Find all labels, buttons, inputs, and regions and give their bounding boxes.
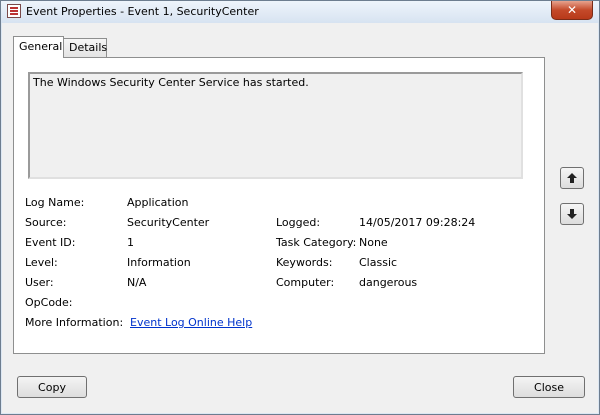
logged-label: Logged:	[276, 216, 321, 229]
level-label: Level:	[25, 256, 58, 269]
tab-general-label: General	[19, 40, 63, 53]
event-viewer-icon	[7, 4, 21, 18]
dialog-client-area: General Details The Windows Security Cen…	[2, 23, 598, 413]
event-log-online-help-link[interactable]: Event Log Online Help	[130, 316, 252, 329]
arrow-down-icon	[567, 209, 577, 219]
event-id-value: 1	[127, 236, 134, 249]
event-description-text: The Windows Security Center Service has …	[33, 76, 309, 89]
computer-value: dangerous	[359, 276, 418, 289]
event-description-box[interactable]: The Windows Security Center Service has …	[28, 72, 523, 179]
tab-general[interactable]: General	[13, 36, 64, 58]
previous-event-button[interactable]	[560, 167, 584, 189]
window-title: Event Properties - Event 1, SecurityCent…	[26, 5, 259, 18]
logged-value: 14/05/2017 09:28:24	[359, 216, 476, 229]
log-name-label: Log Name:	[25, 196, 85, 209]
close-button-label: Close	[534, 380, 564, 394]
opcode-label: OpCode:	[25, 296, 73, 309]
copy-button-label: Copy	[38, 380, 66, 394]
general-tab-panel: The Windows Security Center Service has …	[13, 57, 545, 354]
keywords-value: Classic	[359, 256, 398, 269]
more-information-label: More Information:	[25, 316, 124, 329]
close-icon: ✕	[566, 3, 578, 17]
arrow-up-icon	[567, 173, 577, 183]
log-name-value: Application	[127, 196, 189, 209]
user-label: User:	[25, 276, 54, 289]
window-close-button[interactable]: ✕	[551, 1, 593, 20]
event-id-label: Event ID:	[25, 236, 76, 249]
computer-label: Computer:	[276, 276, 335, 289]
close-button[interactable]: Close	[513, 376, 585, 398]
next-event-button[interactable]	[560, 203, 584, 225]
title-bar[interactable]: Event Properties - Event 1, SecurityCent…	[1, 1, 599, 23]
task-category-value: None	[359, 236, 388, 249]
source-value: SecurityCenter	[127, 216, 210, 229]
user-value: N/A	[127, 276, 147, 289]
event-properties-window: Event Properties - Event 1, SecurityCent…	[0, 0, 600, 415]
tab-details-label: Details	[69, 41, 108, 54]
tab-details[interactable]: Details	[63, 38, 107, 57]
copy-button[interactable]: Copy	[17, 376, 87, 398]
source-label: Source:	[25, 216, 67, 229]
keywords-label: Keywords:	[276, 256, 333, 269]
level-value: Information	[127, 256, 191, 269]
task-category-label: Task Category:	[276, 236, 357, 249]
